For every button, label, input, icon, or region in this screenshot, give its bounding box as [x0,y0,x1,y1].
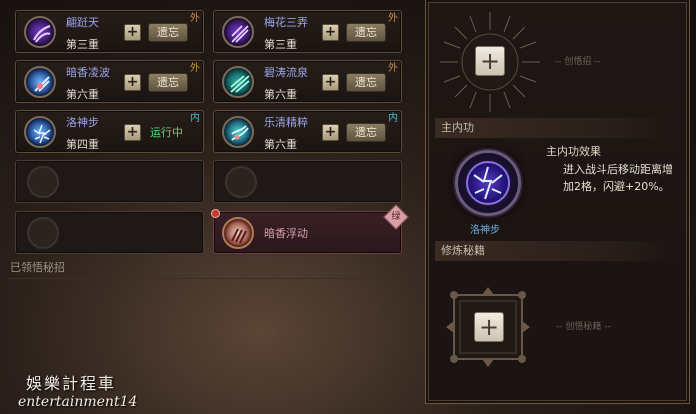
empty-skill-slot[interactable] [15,211,204,254]
skill-card[interactable]: 洛神步 第四重 + 运行中 内 [15,110,204,153]
forget-button[interactable]: 遗忘 [148,73,188,92]
skill-name: 翩跹天 [66,16,99,29]
skill-name: 洛神步 [66,116,99,129]
empty-slot-circle [27,217,59,249]
forget-button[interactable]: 遗忘 [346,73,386,92]
type-tag: 外 [190,63,200,74]
add-secret-hint: -- 创悟秘籍 -- [556,322,611,332]
empty-skill-slot[interactable] [15,160,204,203]
type-tag: 外 [388,63,398,74]
blue-lightning-icon [24,116,56,148]
type-tag: 外 [388,13,398,24]
main-inner-effect-title: 主内功效果 [546,145,601,158]
hidden-art-icon [222,217,254,249]
forget-button[interactable]: 遗忘 [148,23,188,42]
add-art-hint: -- 创悟招 -- [555,57,601,67]
divider [8,278,406,279]
upgrade-button[interactable]: + [322,24,339,41]
main-inner-effect-text: 进入战斗后移动距离增 [563,163,673,176]
upgrade-button[interactable]: + [124,124,141,141]
skill-name: 乐清精粹 [264,116,308,129]
skill-tier: 第三重 [66,38,99,51]
secret-header: 修炼秘籍 [435,241,675,261]
skill-tier: 第六重 [264,138,297,151]
watermark-line1: 娛樂計程車 [26,374,117,393]
empty-skill-slot[interactable] [213,160,402,203]
type-tag: 内 [388,113,398,124]
cyan-flow-icon [222,116,254,148]
main-inner-effect-text: 加2格，闪避+20%。 [563,180,670,193]
skill-name: 梅花三弄 [264,16,308,29]
add-art-button[interactable]: + [475,46,505,76]
purple-blade-icon [222,16,254,48]
skill-name: 暗香浮动 [264,227,308,240]
upgrade-button[interactable]: + [322,124,339,141]
skill-card[interactable]: 碧涛流泉 第六重 + 遗忘 外 [213,60,402,103]
upgrade-button[interactable]: + [124,74,141,91]
skill-tier: 第四重 [66,138,99,151]
forget-button[interactable]: 遗忘 [346,23,386,42]
empty-slot-circle [225,166,257,198]
upgrade-button[interactable]: + [322,74,339,91]
type-tag: 内 [190,113,200,124]
blue-lightning-icon [466,161,510,205]
watermark-line2: entertainment14 [18,394,138,410]
skill-tier: 第六重 [264,88,297,101]
skill-tier: 第三重 [264,38,297,51]
skill-card[interactable]: 梅花三弄 第三重 + 遗忘 外 [213,10,402,53]
main-inner-name: 洛神步 [470,225,500,236]
type-tag: 外 [190,13,200,24]
add-secret-button[interactable]: + [474,312,504,342]
upgrade-button[interactable]: + [124,24,141,41]
skill-name: 碧涛流泉 [264,66,308,79]
running-status: 运行中 [150,126,183,139]
skill-card[interactable]: 乐清精粹 第六重 + 遗忘 内 [213,110,402,153]
forget-button[interactable]: 遗忘 [346,123,386,142]
collected-label: 已领悟秘招 [10,261,65,274]
purple-swirl-icon [24,16,56,48]
grade-badge: 绿 [383,204,409,230]
main-inner-header: 主内功 [435,118,675,138]
skill-name: 暗香凌波 [66,66,110,79]
main-inner-orb[interactable] [455,150,521,216]
skill-card[interactable]: 暗香凌波 第六重 + 遗忘 外 [15,60,204,103]
alert-dot [211,209,220,218]
teal-wave-icon [222,66,254,98]
skill-card[interactable]: 翩跹天 第三重 + 遗忘 外 [15,10,204,53]
hidden-art-card[interactable]: 暗香浮动 绿 [211,204,409,254]
watermark: 娛樂計程車 entertainment14 [18,370,137,410]
blue-strike-icon [24,66,56,98]
skill-tier: 第六重 [66,88,99,101]
empty-slot-circle [27,166,59,198]
